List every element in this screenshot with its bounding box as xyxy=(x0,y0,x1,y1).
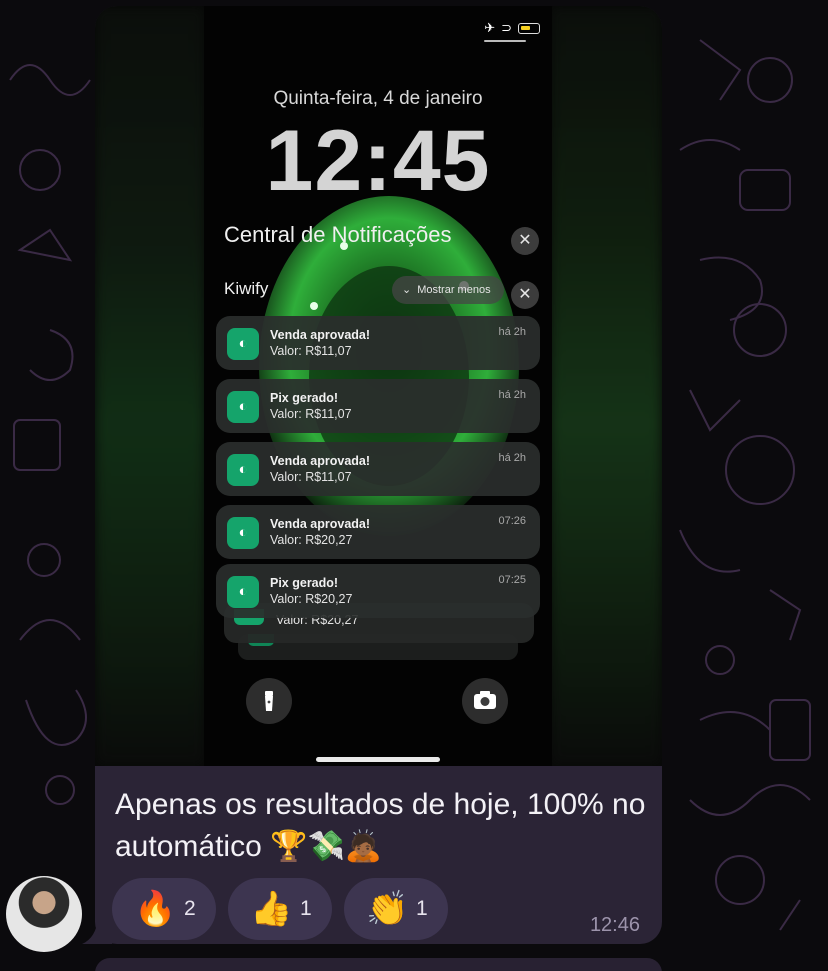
kiwify-icon: ◐ xyxy=(227,391,259,423)
notification-card[interactable]: ◐ Venda aprovada! Valor: R$20,27 07:26 xyxy=(216,505,540,559)
close-group-button[interactable]: ✕ xyxy=(511,281,539,309)
lockscreen-clock: 12:45 xyxy=(265,113,491,209)
photo-blur-edge-left xyxy=(95,6,205,766)
lockscreen-date: Quinta-feira, 4 de janeiro xyxy=(273,88,483,109)
kiwify-icon: ◐ xyxy=(227,576,259,608)
camera-icon xyxy=(474,691,496,709)
notification-time: há 2h xyxy=(498,389,526,401)
reaction-thumbs-up[interactable]: 👍 1 xyxy=(228,878,332,940)
show-less-label: Mostrar menos xyxy=(417,284,491,296)
close-notification-center-button[interactable]: ✕ xyxy=(511,227,539,255)
notification-card[interactable]: ◐ Venda aprovada! Valor: R$11,07 há 2h xyxy=(216,316,540,370)
bubble-tail xyxy=(82,918,112,944)
link-icon: ⊃ xyxy=(501,20,512,35)
flashlight-icon xyxy=(265,691,273,711)
status-indicator xyxy=(484,40,526,42)
notification-title: Pix gerado! xyxy=(270,391,339,405)
notification-card[interactable]: ◐ Pix gerado! Valor: R$11,07 há 2h xyxy=(216,379,540,433)
chevron-down-icon: ⌄ xyxy=(402,284,412,296)
notification-time: 07:26 xyxy=(498,515,526,527)
caption-emojis: 🏆💸🙇🏾 xyxy=(270,830,383,863)
notification-time: 07:25 xyxy=(498,574,526,586)
notification-body: Valor: R$20,27 xyxy=(270,592,353,606)
notification-body: Valor: R$20,27 xyxy=(270,533,353,547)
phone-lockscreen: ✈ ⊃ Quinta-feira, 4 de janeiro 12:45 Cen… xyxy=(204,6,552,766)
camera-button[interactable] xyxy=(462,678,508,724)
avatar[interactable] xyxy=(6,876,82,952)
notification-title: Pix gerado! xyxy=(270,576,339,590)
message-timestamp: 12:46 xyxy=(589,914,640,936)
kiwify-icon: ◐ xyxy=(227,328,259,360)
reaction-clap[interactable]: 👏 1 xyxy=(344,878,448,940)
notification-center-title: Central de Notificações xyxy=(224,222,452,247)
fire-icon: 🔥 xyxy=(134,890,177,928)
notification-time: há 2h xyxy=(498,452,526,464)
photo-blur-edge-right xyxy=(550,6,662,766)
flashlight-button[interactable] xyxy=(246,678,292,724)
thumbs-up-icon: 👍 xyxy=(250,890,293,928)
screenshot-photo[interactable]: ✈ ⊃ Quinta-feira, 4 de janeiro 12:45 Cen… xyxy=(95,6,662,766)
notification-time: há 2h xyxy=(498,326,526,338)
home-indicator xyxy=(316,757,440,762)
photo-message-bubble[interactable]: ✈ ⊃ Quinta-feira, 4 de janeiro 12:45 Cen… xyxy=(95,6,662,944)
notification-body: Valor: R$11,07 xyxy=(270,470,352,484)
next-message-bubble xyxy=(95,958,662,971)
app-group-name: Kiwify xyxy=(224,279,269,298)
reaction-fire[interactable]: 🔥 2 xyxy=(112,878,216,940)
airplane-icon: ✈ xyxy=(484,20,496,35)
notification-title: Venda aprovada! xyxy=(270,328,371,342)
status-bar: ✈ ⊃ xyxy=(484,20,540,36)
message-caption: Apenas os resultados de hoje, 100% no au… xyxy=(115,784,655,868)
battery-icon xyxy=(518,22,540,34)
clapping-hands-icon: 👏 xyxy=(366,890,409,928)
close-icon: ✕ xyxy=(518,232,532,249)
notification-body: Valor: R$11,07 xyxy=(270,407,352,421)
reaction-count: 1 xyxy=(300,897,312,920)
close-icon: ✕ xyxy=(518,286,532,303)
notification-card[interactable]: ◐ Venda aprovada! Valor: R$11,07 há 2h xyxy=(216,442,540,496)
notification-title: Venda aprovada! xyxy=(270,517,371,531)
notification-title: Venda aprovada! xyxy=(270,454,371,468)
show-less-button[interactable]: ⌄ Mostrar menos xyxy=(392,276,504,304)
kiwify-icon: ◐ xyxy=(227,454,259,486)
reaction-count: 1 xyxy=(416,897,428,920)
reaction-count: 2 xyxy=(184,897,196,920)
notification-body: Valor: R$11,07 xyxy=(270,344,352,358)
notification-card[interactable]: ◐ Pix gerado! Valor: R$20,27 07:25 xyxy=(216,564,540,618)
kiwify-icon: ◐ xyxy=(227,517,259,549)
